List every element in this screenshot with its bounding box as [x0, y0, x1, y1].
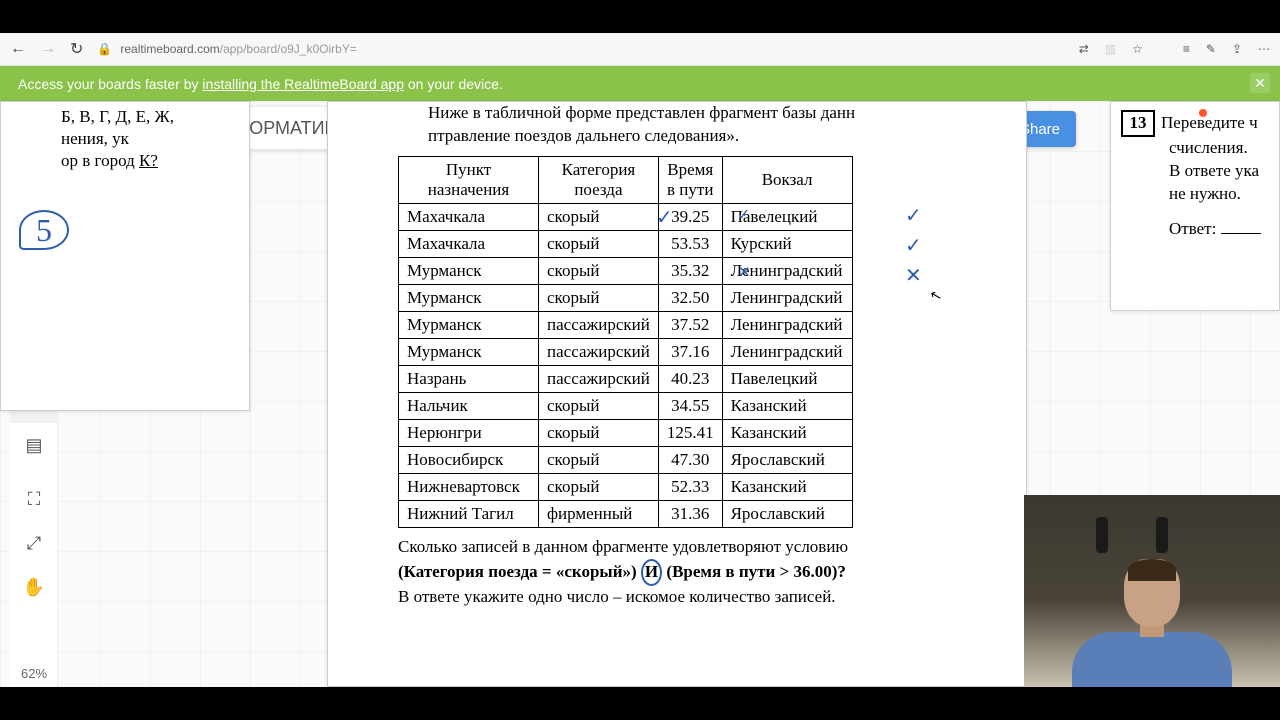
table-row: Махачкаласкорый39.25Павелецкий — [399, 203, 853, 230]
task-left-frame: Б, В, Г, Д, Е, Ж, нения, ук ор в город К… — [0, 101, 250, 411]
translate-icon[interactable]: ⇄ — [1079, 42, 1089, 56]
zoom-level[interactable]: 62% — [10, 666, 58, 681]
board-canvas[interactable]: + ➤ T ▰ ▢ ↗ ✎ ▤ ⛶ ⤢ ✋ 62% ⌂ ОГЭ 2018 ИНФ… — [0, 101, 1280, 687]
back-icon[interactable]: ← — [10, 40, 26, 58]
col-destination: Пункт назначения — [399, 156, 539, 203]
table-row: Мурманскпассажирский37.16Ленинградский — [399, 338, 853, 365]
task-12-frame: Ниже в табличной форме представлен фрагм… — [327, 101, 1027, 687]
notification-dot — [1199, 109, 1207, 117]
forward-icon[interactable]: → — [40, 40, 56, 58]
hand-check-row1 — [905, 203, 922, 228]
handwritten-5: 5 — [19, 210, 69, 250]
reader-icon[interactable]: ▥ — [1105, 42, 1116, 56]
table-row: Мурманскпассажирский37.52Ленинградский — [399, 311, 853, 338]
table-row: Назраньпассажирский40.23Павелецкий — [399, 365, 853, 392]
table-row: Нальчикскорый34.55Казанский — [399, 392, 853, 419]
table-row: Мурманскскорый32.50Ленинградский — [399, 284, 853, 311]
refresh-icon[interactable]: ↻ — [70, 39, 83, 59]
hand-check-row2 — [905, 233, 922, 258]
close-banner-icon[interactable]: ✕ — [1250, 73, 1270, 93]
favorite-icon[interactable]: ☆ — [1132, 42, 1143, 56]
lock-icon: 🔒 — [97, 42, 112, 56]
url-host[interactable]: realtimeboard.com/app/board/o9J_k0OirbY= — [120, 42, 356, 56]
browser-bar: ← → ↻ 🔒 realtimeboard.com/app/board/o9J_… — [0, 33, 1280, 66]
notes-icon[interactable]: ✎ — [1206, 42, 1216, 56]
hand-check-1 — [656, 205, 673, 230]
table-row: Нижневартовскскорый52.33Казанский — [399, 473, 853, 500]
banner-text: Access your boards faster by — [18, 76, 202, 92]
more-icon[interactable]: ⋯ — [1258, 42, 1270, 56]
col-category: Категория поезда — [539, 156, 659, 203]
hand-tool-icon[interactable]: ✋ — [10, 565, 58, 609]
hand-cross-time: ✕ — [738, 263, 751, 281]
task-number-13: 13 — [1121, 110, 1155, 137]
hand-check-1b: ✓ — [737, 205, 750, 225]
webcam-feed — [1024, 495, 1280, 687]
hub-icon[interactable]: ≡ — [1183, 42, 1190, 56]
frame-tool-icon[interactable]: ⛶ — [10, 477, 58, 521]
install-link[interactable]: installing the RealtimeBoard app — [202, 76, 404, 92]
table-row: Нерюнгрискорый125.41Казанский — [399, 419, 853, 446]
col-station: Вокзал — [722, 156, 852, 203]
task-13-frame: 13Переведите ч счисления. В ответе ука н… — [1110, 101, 1280, 311]
hand-cross-row3 — [905, 263, 922, 288]
train-table: Пункт назначения Категория поезда Время … — [398, 156, 853, 528]
col-time: Время в пути — [658, 156, 722, 203]
table-row: Махачкаласкорый53.53Курский — [399, 230, 853, 257]
share-page-icon[interactable]: ⇪ — [1232, 42, 1242, 56]
table-row: Новосибирскскорый47.30Ярославский — [399, 446, 853, 473]
table-row: Мурманскскорый35.32Ленинградский — [399, 257, 853, 284]
expand-tool-icon[interactable]: ⤢ — [10, 521, 58, 565]
table-row: Нижний Тагилфирменный31.36Ярославский — [399, 500, 853, 527]
install-banner: Access your boards faster by installing … — [0, 66, 1280, 101]
comment-tool-icon[interactable]: ▤ — [10, 423, 58, 467]
